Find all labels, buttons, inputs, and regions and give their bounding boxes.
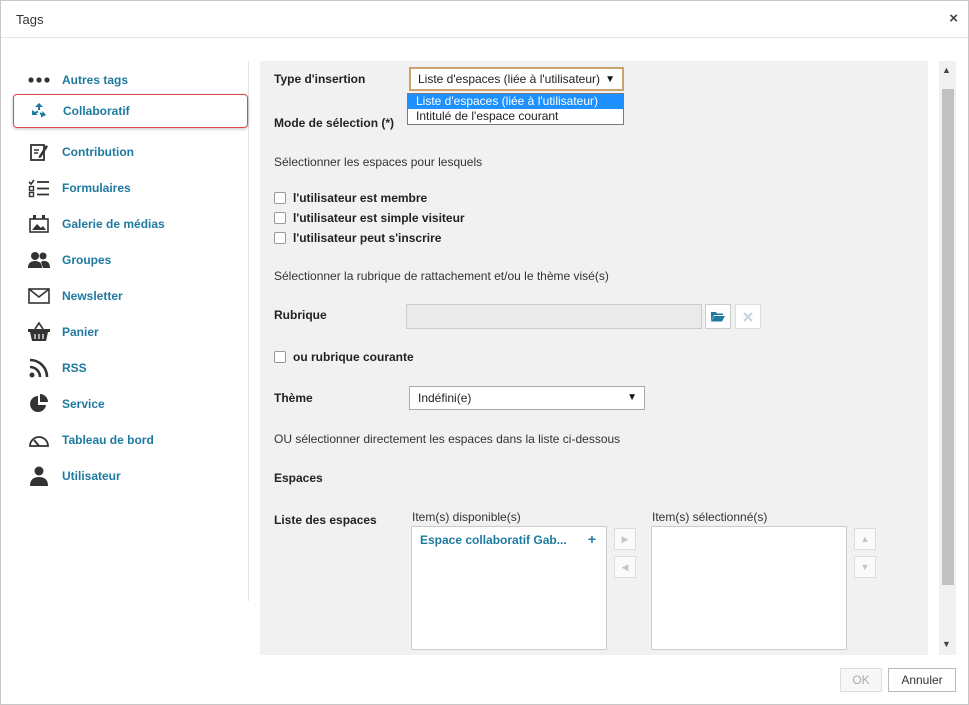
user-icon	[16, 466, 62, 486]
sidebar-item-formulaires[interactable]: Formulaires	[16, 171, 246, 205]
theme-value: Indéfini(e)	[418, 391, 472, 405]
sidebar: Autres tags Collaboratif Contribution Fo…	[13, 61, 249, 601]
sidebar-item-label: Contribution	[62, 145, 134, 159]
sidebar-item-label: Formulaires	[62, 181, 131, 195]
sidebar-item-label: Tableau de bord	[62, 433, 154, 447]
theme-label: Thème	[274, 391, 313, 405]
dropdown-option[interactable]: Liste d'espaces (liée à l'utilisateur)	[408, 94, 623, 109]
checkbox-label: l'utilisateur est membre	[293, 191, 428, 205]
arrow-down-icon: ▼	[860, 562, 870, 572]
type-insertion-value: Liste d'espaces (liée à l'utilisateur)	[418, 72, 601, 86]
sidebar-item-contribution[interactable]: Contribution	[16, 135, 246, 169]
selected-items-header: Item(s) sélectionné(s)	[652, 510, 768, 524]
rss-icon	[16, 358, 62, 378]
liste-espaces-label: Liste des espaces	[274, 513, 377, 527]
list-item[interactable]: Espace collaboratif Gab...	[420, 533, 567, 547]
type-insertion-label: Type d'insertion	[274, 72, 366, 86]
sidebar-item-autres-tags[interactable]: Autres tags	[16, 63, 246, 97]
dialog-title: Tags	[16, 12, 44, 27]
checkbox-box[interactable]	[274, 232, 286, 244]
group-users-icon	[16, 251, 62, 269]
sidebar-item-label: RSS	[62, 361, 87, 375]
sidebar-item-groupes[interactable]: Groupes	[16, 243, 246, 277]
form-scrollbar[interactable]: ▲ ▼	[939, 61, 956, 655]
add-plus-icon[interactable]: +	[588, 531, 596, 547]
scroll-up-icon[interactable]: ▲	[942, 65, 951, 75]
sidebar-item-service[interactable]: Service	[16, 387, 246, 421]
edit-document-icon	[16, 142, 62, 162]
envelope-icon	[16, 288, 62, 304]
pie-chart-icon	[16, 394, 62, 414]
checkbox-label: ou rubrique courante	[293, 350, 414, 364]
checkbox-label: l'utilisateur est simple visiteur	[293, 211, 465, 225]
dialog-titlebar: Tags ×	[1, 1, 968, 38]
move-left-button[interactable]: ◀	[614, 556, 636, 578]
sidebar-item-utilisateur[interactable]: Utilisateur	[16, 459, 246, 493]
type-insertion-dropdown: Liste d'espaces (liée à l'utilisateur) I…	[407, 93, 624, 125]
more-dots-icon	[16, 77, 62, 83]
theme-select[interactable]: Indéfini(e) ▼	[409, 386, 645, 410]
checklist-icon	[16, 178, 62, 198]
move-right-button[interactable]: ▶	[614, 528, 636, 550]
arrow-left-icon: ◀	[621, 561, 629, 572]
checkbox-box[interactable]	[274, 192, 286, 204]
move-up-button[interactable]: ▲	[854, 528, 876, 550]
direct-select-text: OU sélectionner directement les espaces …	[274, 432, 621, 446]
sidebar-item-label: Newsletter	[62, 289, 123, 303]
selected-items-list[interactable]	[651, 526, 847, 650]
caret-down-icon: ▼	[627, 392, 637, 403]
close-icon[interactable]: ×	[949, 10, 958, 27]
sidebar-item-label: Service	[62, 397, 105, 411]
tags-dialog: Tags × Autres tags Collaboratif Contribu…	[0, 0, 969, 705]
arrow-up-icon: ▲	[860, 534, 870, 544]
sidebar-item-label: Galerie de médias	[62, 217, 165, 231]
sidebar-item-label: Collaboratif	[63, 104, 130, 118]
sidebar-item-galerie-medias[interactable]: Galerie de médias	[16, 207, 246, 241]
arrow-right-icon: ▶	[621, 533, 629, 544]
available-items-list[interactable]: Espace collaboratif Gab... +	[411, 526, 607, 650]
checkbox-visitor[interactable]: l'utilisateur est simple visiteur	[274, 211, 465, 225]
dashboard-gauge-icon	[16, 432, 62, 448]
checkbox-current-rubric[interactable]: ou rubrique courante	[274, 350, 414, 364]
scroll-thumb[interactable]	[942, 89, 954, 585]
clear-x-icon	[743, 311, 753, 322]
sidebar-item-collaboratif[interactable]: Collaboratif	[13, 94, 248, 128]
checkbox-box[interactable]	[274, 212, 286, 224]
dropdown-option[interactable]: Intitulé de l'espace courant	[408, 109, 623, 124]
folder-open-icon	[711, 312, 725, 322]
available-items-header: Item(s) disponible(s)	[412, 510, 521, 524]
rubric-help-text: Sélectionner la rubrique de rattachement…	[274, 269, 609, 283]
sidebar-item-tableau-de-bord[interactable]: Tableau de bord	[16, 423, 246, 457]
sidebar-item-label: Utilisateur	[62, 469, 121, 483]
type-insertion-select[interactable]: Liste d'espaces (liée à l'utilisateur) ▼	[409, 67, 624, 91]
sidebar-item-label: Panier	[62, 325, 99, 339]
checkbox-label: l'utilisateur peut s'inscrire	[293, 231, 442, 245]
sidebar-item-label: Autres tags	[62, 73, 129, 87]
espaces-label: Espaces	[274, 471, 323, 485]
select-spaces-text: Sélectionner les espaces pour lesquels	[274, 155, 483, 169]
ok-button[interactable]: OK	[840, 668, 882, 692]
checkbox-subscribe[interactable]: l'utilisateur peut s'inscrire	[274, 231, 441, 245]
basket-icon	[16, 322, 62, 342]
mode-selection-label: Mode de sélection (*)	[274, 116, 395, 130]
rubrique-label: Rubrique	[274, 308, 327, 322]
sidebar-item-panier[interactable]: Panier	[16, 315, 246, 349]
sidebar-item-newsletter[interactable]: Newsletter	[16, 279, 246, 313]
checkbox-member[interactable]: l'utilisateur est membre	[274, 191, 427, 205]
sidebar-item-label: Groupes	[62, 253, 112, 267]
browse-folder-button[interactable]	[705, 304, 731, 329]
checkbox-box[interactable]	[274, 351, 286, 363]
cancel-button[interactable]: Annuler	[888, 668, 956, 692]
rubrique-input[interactable]	[406, 304, 702, 329]
gallery-icon	[16, 214, 62, 234]
clear-rubrique-button[interactable]	[735, 304, 761, 329]
scroll-down-icon[interactable]: ▼	[942, 639, 951, 649]
caret-down-icon: ▼	[605, 74, 615, 85]
move-down-button[interactable]: ▼	[854, 556, 876, 578]
recycle-arrows-icon	[14, 101, 63, 121]
sidebar-item-rss[interactable]: RSS	[16, 351, 246, 385]
